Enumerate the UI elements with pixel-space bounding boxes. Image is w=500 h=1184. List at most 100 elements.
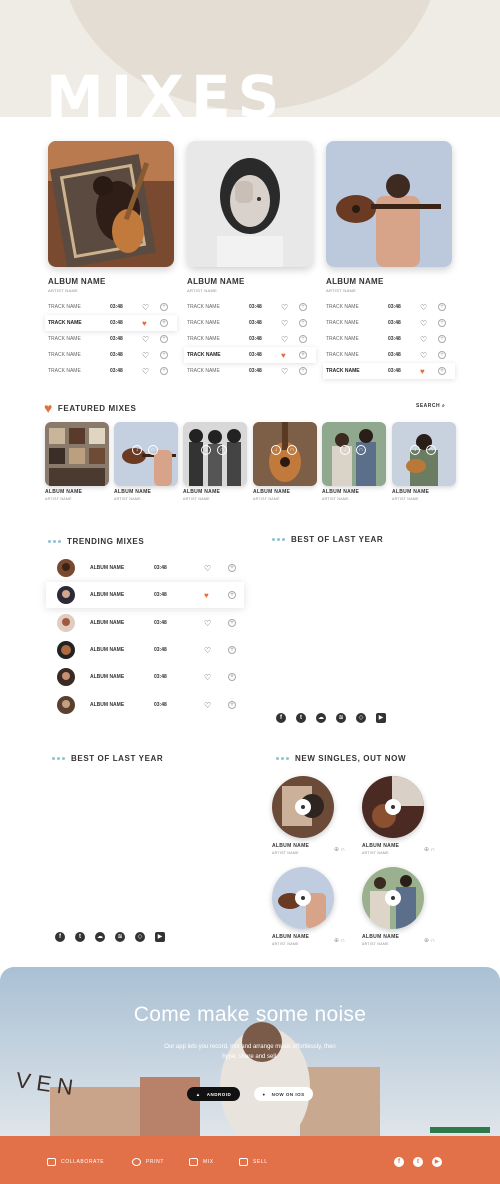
track-row[interactable]: TRACK NAME 03:48 ♡ + — [48, 331, 174, 347]
featured-item[interactable]: ↓ ∩ ALBUM NAME ARTIST NAME — [183, 422, 247, 501]
single-item[interactable]: ALBUM NAME ARTIST NAME ⊕ ∩ — [272, 867, 352, 946]
single-cover[interactable] — [362, 776, 424, 838]
track-row[interactable]: TRACK NAME 03:48 ♡ + — [326, 347, 452, 363]
single-cover[interactable] — [362, 867, 424, 929]
footer-item-print[interactable]: PRINT — [132, 1158, 164, 1166]
twitter-icon[interactable]: t — [413, 1157, 423, 1167]
add-icon[interactable]: + — [438, 351, 446, 359]
twitter-icon[interactable]: t — [75, 932, 85, 942]
track-row[interactable]: TRACK NAME 03:48 ♡ + — [187, 299, 313, 315]
album-name[interactable]: ALBUM NAME — [187, 277, 313, 286]
album-cover[interactable] — [48, 141, 174, 267]
download-icon[interactable]: ↓ — [132, 445, 142, 455]
add-icon[interactable]: + — [438, 335, 446, 343]
android-button[interactable]: ▲ ANDROID — [187, 1087, 240, 1101]
heart-icon[interactable]: ♡ — [204, 701, 228, 710]
add-icon[interactable]: + — [228, 564, 236, 572]
single-item[interactable]: ALBUM NAME ARTIST NAME ⊕ ∩ — [272, 776, 352, 855]
add-icon[interactable]: + — [438, 303, 446, 311]
ios-button[interactable]: ● NOW ON IOS — [254, 1087, 313, 1101]
album-card[interactable]: ALBUM NAME ARTIST NAME TRACK NAME 03:48 ♡ +… — [184, 141, 316, 379]
heart-icon[interactable]: ♡ — [142, 351, 154, 360]
spotify-icon[interactable]: ≋ — [115, 932, 125, 942]
add-icon[interactable]: + — [228, 701, 236, 709]
soundcloud-icon[interactable]: ☁ — [316, 713, 326, 723]
headphones-icon[interactable]: ∩ — [431, 938, 435, 944]
download-icon[interactable]: ↓ — [271, 445, 281, 455]
artist-name[interactable]: ARTIST NAME — [183, 497, 247, 501]
track-row[interactable]: TRACK NAME 03:48 ♥ + — [184, 347, 316, 363]
track-row[interactable]: TRACK NAME 03:48 ♡ + — [187, 363, 313, 379]
facebook-icon[interactable]: f — [394, 1157, 404, 1167]
youtube-icon[interactable]: ▶ — [155, 932, 165, 942]
add-icon[interactable]: + — [160, 335, 168, 343]
heart-icon[interactable]: ♥ — [420, 367, 432, 376]
featured-cover[interactable] — [45, 422, 109, 486]
add-icon[interactable]: + — [160, 351, 168, 359]
artist-name[interactable]: ARTIST NAME — [114, 497, 178, 501]
heart-icon[interactable]: ♡ — [420, 351, 432, 360]
twitter-icon[interactable]: t — [296, 713, 306, 723]
featured-cover[interactable]: ↓ ∩ — [183, 422, 247, 486]
heart-icon[interactable]: ♥ — [142, 319, 154, 328]
footer-item-collaborate[interactable]: COLLABORATE — [47, 1158, 104, 1166]
single-cover[interactable] — [272, 776, 334, 838]
footer-item-mix[interactable]: MIX — [189, 1158, 214, 1166]
featured-item[interactable]: ↓ ∩ ALBUM NAME ARTIST NAME — [392, 422, 456, 501]
album-cover[interactable] — [187, 141, 313, 267]
footer-item-sell[interactable]: SELL — [239, 1158, 268, 1166]
heart-icon[interactable]: ♡ — [142, 367, 154, 376]
download-icon[interactable]: ↓ — [201, 445, 211, 455]
track-row[interactable]: TRACK NAME 03:48 ♡ + — [326, 299, 452, 315]
add-icon[interactable]: + — [438, 367, 446, 375]
featured-cover[interactable]: ↓ ∩ — [253, 422, 317, 486]
headphones-icon[interactable]: ∩ — [431, 847, 435, 853]
add-icon[interactable]: + — [228, 591, 236, 599]
track-row[interactable]: TRACK NAME 03:48 ♡ + — [48, 299, 174, 315]
album-card[interactable]: ALBUM NAME ARTIST NAME TRACK NAME 03:48 ♡ +… — [45, 141, 177, 379]
add-icon[interactable]: + — [299, 351, 307, 359]
track-row[interactable]: TRACK NAME 03:48 ♡ + — [187, 331, 313, 347]
album-name[interactable]: ALBUM NAME — [392, 489, 456, 495]
headphones-icon[interactable]: ∩ — [356, 445, 366, 455]
compass-icon[interactable]: ◇ — [356, 713, 366, 723]
trending-row[interactable]: ALBUM NAME 03:48 ♥ + — [46, 582, 244, 608]
headphones-icon[interactable]: ∩ — [341, 847, 345, 853]
artist-name[interactable]: ARTIST NAME — [326, 288, 452, 293]
add-icon[interactable]: + — [299, 335, 307, 343]
heart-icon[interactable]: ♡ — [204, 619, 228, 628]
album-name[interactable]: ALBUM NAME — [45, 489, 109, 495]
search-button[interactable]: SEARCH ⌕ — [416, 403, 445, 409]
heart-icon[interactable]: ♥ — [204, 591, 228, 600]
headphones-icon[interactable]: ∩ — [341, 938, 345, 944]
track-row[interactable]: TRACK NAME 03:48 ♡ + — [187, 315, 313, 331]
add-icon[interactable]: ⊕ — [424, 938, 429, 944]
youtube-icon[interactable]: ▶ — [376, 713, 386, 723]
artist-name[interactable]: ARTIST NAME — [253, 497, 317, 501]
single-cover[interactable] — [272, 867, 334, 929]
track-row[interactable]: TRACK NAME 03:48 ♡ + — [326, 315, 452, 331]
track-row[interactable]: TRACK NAME 03:48 ♡ + — [48, 347, 174, 363]
featured-item[interactable]: ↓ ∩ ALBUM NAME ARTIST NAME — [114, 422, 178, 501]
headphones-icon[interactable]: ∩ — [426, 445, 436, 455]
trending-row[interactable]: ALBUM NAME 03:48 ♡ + — [46, 692, 244, 718]
heart-icon[interactable]: ♡ — [281, 319, 293, 328]
headphones-icon[interactable]: ∩ — [287, 445, 297, 455]
trending-row[interactable]: ALBUM NAME 03:48 ♡ + — [46, 610, 244, 636]
album-name[interactable]: ALBUM NAME — [322, 489, 386, 495]
add-icon[interactable]: + — [160, 367, 168, 375]
heart-icon[interactable]: ♡ — [420, 335, 432, 344]
add-icon[interactable]: + — [299, 303, 307, 311]
download-icon[interactable]: ↓ — [410, 445, 420, 455]
heart-icon[interactable]: ♡ — [420, 319, 432, 328]
track-row[interactable]: TRACK NAME 03:48 ♥ + — [45, 315, 177, 331]
heart-icon[interactable]: ♡ — [142, 303, 154, 312]
add-icon[interactable]: + — [160, 303, 168, 311]
album-name[interactable]: ALBUM NAME — [183, 489, 247, 495]
artist-name[interactable]: ARTIST NAME — [45, 497, 109, 501]
heart-icon[interactable]: ♡ — [281, 303, 293, 312]
headphones-icon[interactable]: ∩ — [148, 445, 158, 455]
single-item[interactable]: ALBUM NAME ARTIST NAME ⊕ ∩ — [362, 867, 442, 946]
featured-cover[interactable]: ↓ ∩ — [322, 422, 386, 486]
trending-row[interactable]: ALBUM NAME 03:48 ♡ + — [46, 637, 244, 663]
